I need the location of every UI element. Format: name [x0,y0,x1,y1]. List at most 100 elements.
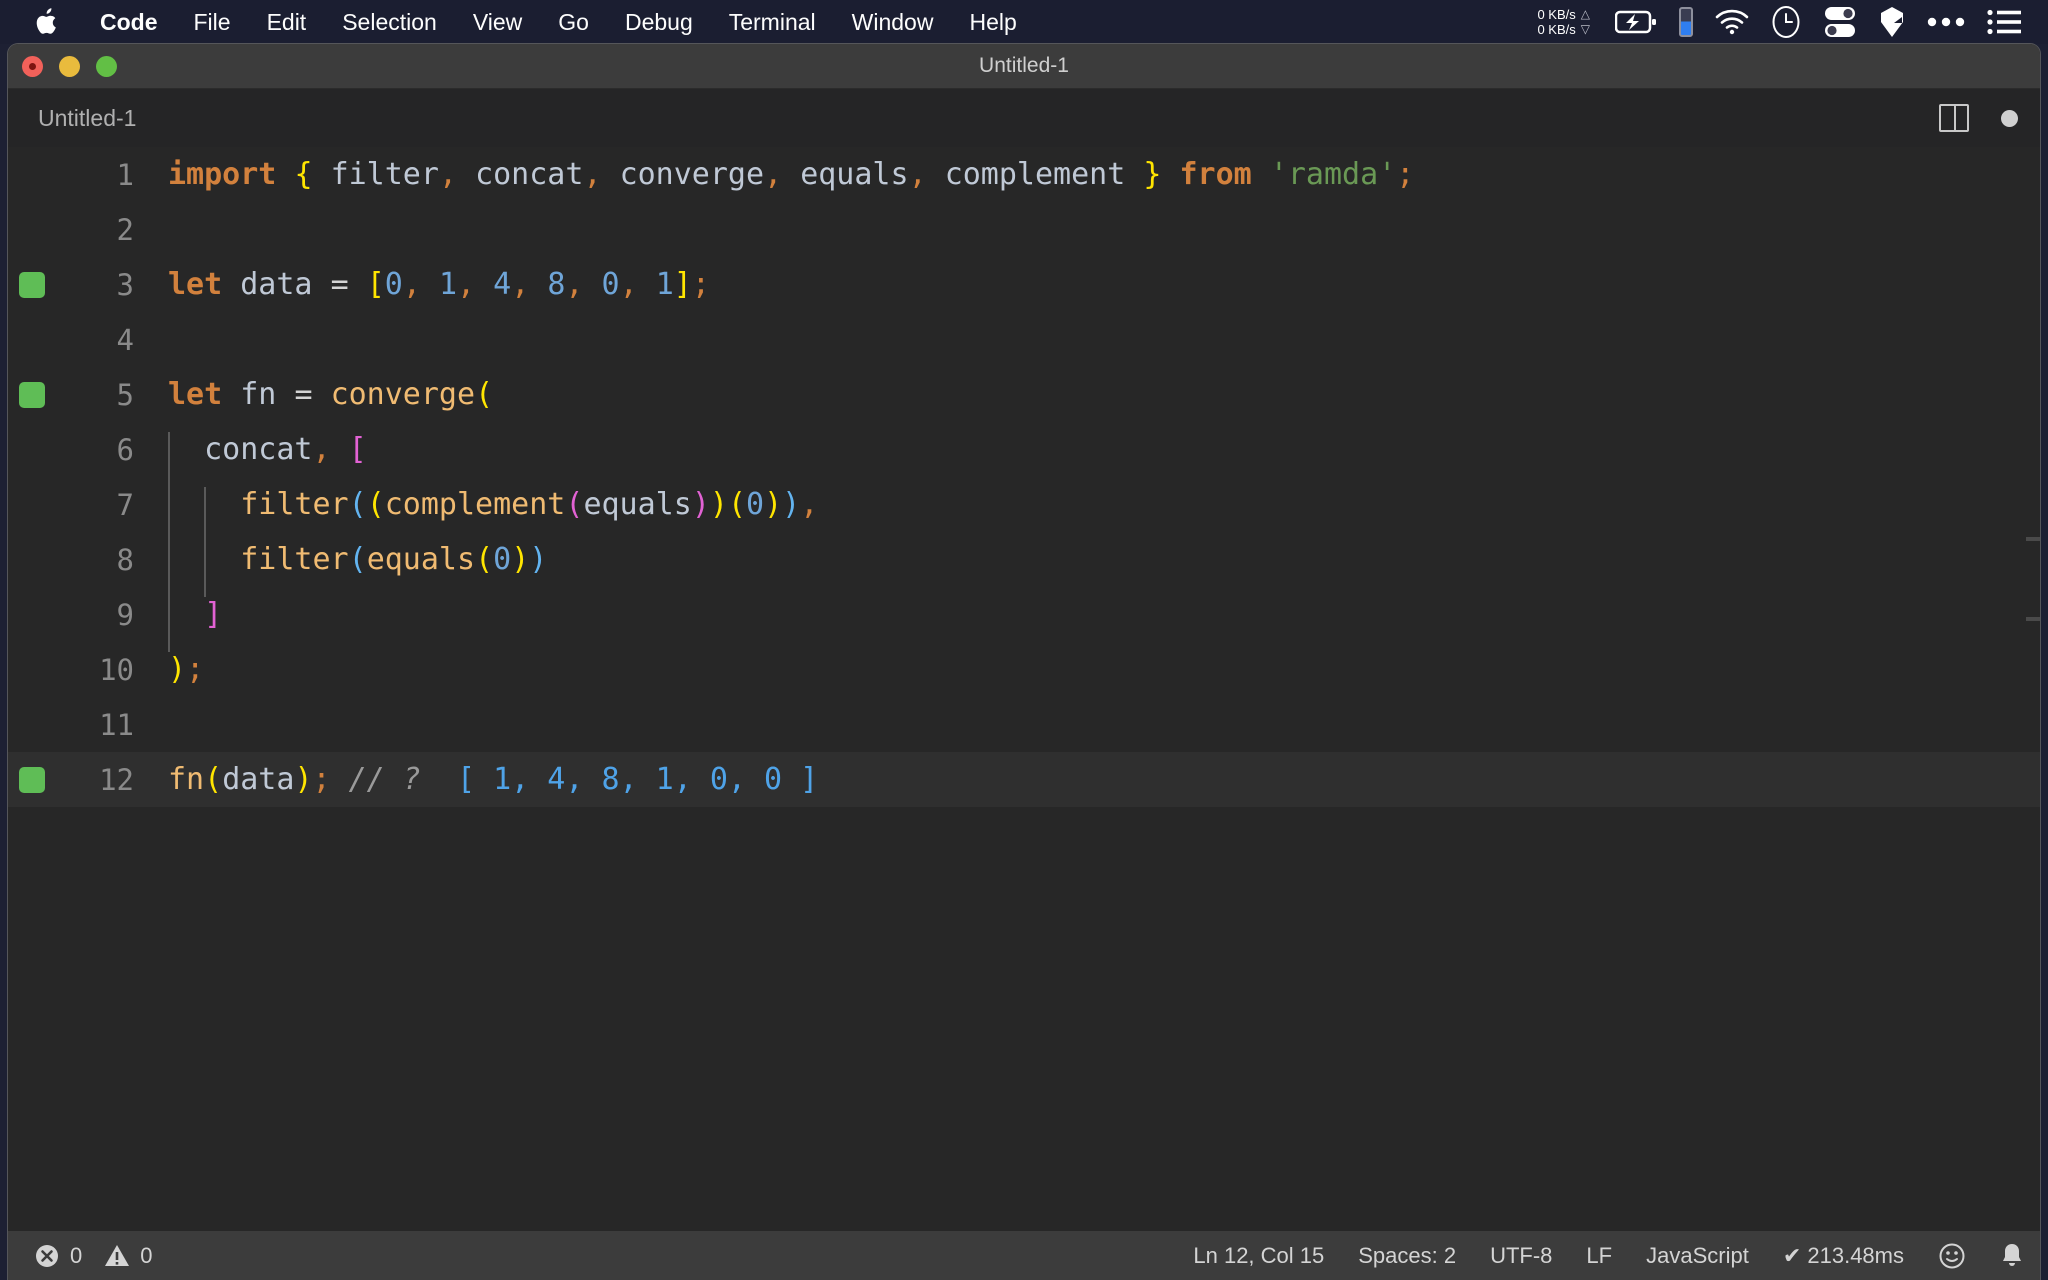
list-icon[interactable] [1987,9,2021,35]
cursor-position[interactable]: Ln 12, Col 15 [1193,1243,1324,1269]
code-line-11[interactable]: 11 [8,697,2040,752]
code-text: import { filter, concat, converge, equal… [154,157,1414,192]
bell-icon[interactable] [2000,1242,2024,1270]
menu-item-code[interactable]: Code [82,0,176,44]
split-editor-icon[interactable] [1939,104,1969,132]
line-number: 3 [116,267,134,302]
code-token: data [240,267,313,302]
code-line-3[interactable]: 3 let data = [0, 1, 4, 8, 0, 1]; [8,257,2040,312]
code-token: 0 [493,542,512,577]
editor-tab-strip: Untitled-1 [8,89,2040,147]
code-token: concat [204,432,313,467]
battery-charging-icon[interactable] [1615,10,1657,34]
code-token: , [402,267,421,302]
code-lines-container: 1 import { filter, concat, converge, equa… [8,147,2040,807]
breakpoint-gutter-12[interactable] [8,766,56,793]
ellipsis-icon[interactable] [1927,17,1965,27]
code-token: ( [348,542,367,577]
code-token: fn [168,762,205,797]
download-rate: 0 KB/s [1537,22,1576,37]
apple-logo-icon[interactable] [34,6,62,38]
code-text: filter((complement(equals))(0)), [154,487,819,542]
breakpoint-marker-icon[interactable] [19,271,45,298]
code-token: 1 [655,267,674,302]
breakpoint-marker-icon[interactable] [19,381,45,408]
shield-icon[interactable] [1879,6,1905,38]
macos-menu-bar: Code File Edit Selection View Go Debug T… [0,0,2048,44]
line-number: 2 [116,212,134,247]
code-text: let data = [0, 1, 4, 8, 0, 1]; [154,267,710,302]
menu-item-selection[interactable]: Selection [324,0,455,44]
unsaved-indicator[interactable] [2001,109,2018,127]
menu-item-view[interactable]: View [455,0,540,44]
code-token: 1 [438,267,457,302]
code-token: ) [764,487,783,522]
code-token: , [438,157,457,192]
breakpoint-gutter-3[interactable] [8,271,56,298]
code-editor[interactable]: 1 import { filter, concat, converge, equa… [8,147,2040,1231]
warning-count: 0 [140,1243,153,1268]
network-speed-indicator[interactable]: 0 KB/s 0 KB/s △ ▽ [1537,7,1590,37]
code-line-4[interactable]: 4 [8,312,2040,367]
download-arrow-icon: ▽ [1580,22,1590,36]
breakpoint-marker-icon[interactable] [19,766,45,793]
code-line-12[interactable]: 12 fn(data); // ? [ 1, 4, 8, 1, 0, 0 ] [8,752,2040,807]
clock-icon[interactable] [1771,5,1801,39]
code-token: ( [565,487,584,522]
code-token: // ? [348,762,421,797]
toggles-icon[interactable] [1823,6,1857,38]
line-number: 11 [99,707,134,742]
code-line-2[interactable]: 2 [8,202,2040,257]
code-line-6[interactable]: 6 concat, [ [8,422,2040,487]
code-line-10[interactable]: 10); [8,642,2040,697]
code-token: fn [240,377,277,412]
menu-item-go[interactable]: Go [540,0,607,44]
run-time-indicator[interactable]: ✔ 213.48ms [1783,1243,1904,1269]
wifi-icon[interactable] [1715,9,1749,35]
tab-untitled-1[interactable]: Untitled-1 [8,105,136,132]
smiley-icon[interactable] [1938,1242,1966,1270]
code-token: , [800,487,819,522]
breakpoint-gutter-5[interactable] [8,381,56,408]
line-number: 6 [116,432,134,467]
indentation-setting[interactable]: Spaces: 2 [1358,1243,1456,1269]
code-token: ) [511,542,530,577]
code-token: let [168,267,223,302]
code-token: converge [619,157,765,192]
code-token: 0 [601,267,620,302]
status-bar-problems[interactable]: 0 0 [8,1243,153,1269]
code-line-1[interactable]: 1 import { filter, concat, converge, equa… [8,147,2040,202]
eol-setting[interactable]: LF [1586,1243,1612,1269]
code-line-7[interactable]: 7 filter((complement(equals))(0)), [8,477,2040,542]
menu-item-file[interactable]: File [176,0,249,44]
code-token: 'ramda' [1269,157,1397,192]
code-line-8[interactable]: 8 filter(equals(0)) [8,532,2040,597]
line-number: 10 [99,652,134,687]
menu-item-help[interactable]: Help [951,0,1034,44]
code-line-9[interactable]: 9 ] [8,587,2040,652]
encoding-setting[interactable]: UTF-8 [1490,1243,1552,1269]
code-token: filter [240,542,349,577]
language-mode[interactable]: JavaScript [1646,1243,1749,1269]
line-number: 8 [116,542,134,577]
upload-arrow-icon: △ [1580,7,1590,21]
menu-item-debug[interactable]: Debug [607,0,711,44]
menu-item-terminal[interactable]: Terminal [711,0,834,44]
menu-item-window[interactable]: Window [834,0,952,44]
code-token: let [168,377,223,412]
blue-level-indicator[interactable] [1679,7,1693,37]
status-bar: 0 0 Ln 12, Col 15 Spaces: 2 UTF-8 LF Jav… [8,1231,2040,1280]
menu-item-edit[interactable]: Edit [249,0,325,44]
code-line-5[interactable]: 5 let fn = converge( [8,367,2040,422]
